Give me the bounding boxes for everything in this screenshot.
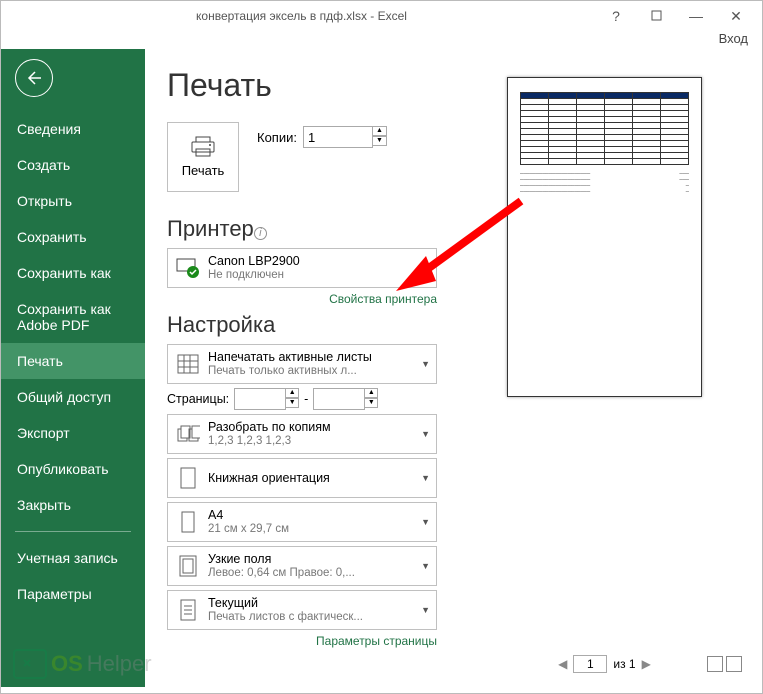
copies-label: Копии:	[257, 130, 297, 145]
margins-icon	[174, 552, 202, 580]
printer-icon	[190, 136, 216, 158]
page-navigator: ◀ из 1 ▶	[457, 655, 752, 673]
back-button[interactable]	[15, 59, 53, 97]
collate-dropdown[interactable]: Разобрать по копиям1,2,3 1,2,3 1,2,3 ▼	[167, 414, 437, 454]
page-setup-link[interactable]: Параметры страницы	[167, 634, 437, 648]
sidebar-item-info[interactable]: Сведения	[1, 111, 145, 147]
zoom-to-page-button[interactable]	[726, 656, 742, 672]
page-title: Печать	[167, 67, 437, 104]
sidebar-item-print[interactable]: Печать	[1, 343, 145, 379]
chevron-down-icon: ▼	[421, 263, 430, 273]
next-page-button[interactable]: ▶	[642, 657, 651, 671]
paper-dropdown[interactable]: A421 см x 29,7 см ▼	[167, 502, 437, 542]
show-margins-button[interactable]	[707, 656, 723, 672]
copies-input[interactable]	[303, 126, 373, 148]
page-of-label: из 1	[613, 657, 635, 671]
settings-heading: Настройка	[167, 312, 437, 338]
sidebar-item-save[interactable]: Сохранить	[1, 219, 145, 255]
close-button[interactable]: ✕	[716, 8, 756, 25]
print-button[interactable]: Печать	[167, 122, 239, 192]
login-link[interactable]: Вход	[1, 31, 762, 49]
pages-label: Страницы:	[167, 392, 229, 406]
chevron-down-icon: ▼	[421, 473, 430, 483]
sidebar-item-close[interactable]: Закрыть	[1, 487, 145, 523]
preview-table	[520, 92, 689, 165]
chevron-down-icon: ▼	[421, 517, 430, 527]
margins-dropdown[interactable]: Узкие поляЛевое: 0,64 см Правое: 0,... ▼	[167, 546, 437, 586]
printer-dropdown[interactable]: Canon LBP2900Не подключен ▼	[167, 248, 437, 288]
sidebar-item-account[interactable]: Учетная запись	[1, 540, 145, 576]
prev-page-button[interactable]: ◀	[558, 657, 567, 671]
preview-page: ───────────────────────── ──────────────…	[507, 77, 702, 397]
maximize-button[interactable]	[636, 8, 676, 24]
chevron-down-icon: ▼	[421, 359, 430, 369]
pages-from-input[interactable]	[234, 388, 286, 410]
scale-dropdown[interactable]: ТекущийПечать листов с фактическ... ▼	[167, 590, 437, 630]
print-button-label: Печать	[182, 163, 225, 178]
collate-icon	[174, 420, 202, 448]
scale-icon	[174, 596, 202, 624]
chevron-down-icon: ▼	[421, 561, 430, 571]
print-preview: ───────────────────────── ──────────────…	[437, 67, 752, 687]
sheets-icon	[174, 350, 202, 378]
copies-up[interactable]: ▲	[373, 126, 387, 136]
arrow-left-icon	[25, 69, 43, 87]
sidebar-item-saveas[interactable]: Сохранить как	[1, 255, 145, 291]
sidebar-item-share[interactable]: Общий доступ	[1, 379, 145, 415]
orientation-dropdown[interactable]: Книжная ориентация ▼	[167, 458, 437, 498]
help-button[interactable]: ?	[596, 8, 636, 24]
chevron-down-icon: ▼	[421, 605, 430, 615]
sidebar-item-adobepdf[interactable]: Сохранить как Adobe PDF	[1, 291, 145, 343]
printer-heading: Принтер	[167, 216, 254, 242]
sidebar-item-publish[interactable]: Опубликовать	[1, 451, 145, 487]
orientation-icon	[174, 464, 202, 492]
pages-to-input[interactable]	[313, 388, 365, 410]
sidebar-item-new[interactable]: Создать	[1, 147, 145, 183]
current-page-input[interactable]	[573, 655, 607, 673]
preview-summary: ───────────────────────── ──────────────…	[520, 171, 689, 195]
sidebar-item-export[interactable]: Экспорт	[1, 415, 145, 451]
title-bar: конвертация эксель в пдф.xlsx - Excel ? …	[1, 1, 762, 31]
copies-down[interactable]: ▼	[373, 136, 387, 146]
minimize-button[interactable]: —	[676, 8, 716, 24]
printer-status-icon	[174, 254, 202, 282]
sidebar-item-open[interactable]: Открыть	[1, 183, 145, 219]
chevron-down-icon: ▼	[421, 429, 430, 439]
printer-properties-link[interactable]: Свойства принтера	[167, 292, 437, 306]
window-title: конвертация эксель в пдф.xlsx - Excel	[196, 9, 407, 23]
watermark: OSHelper	[13, 649, 152, 679]
info-icon[interactable]: i	[254, 227, 267, 240]
printer-status: Не подключен	[208, 268, 418, 282]
print-sheets-dropdown[interactable]: Напечатать активные листыПечать только а…	[167, 344, 437, 384]
printer-name: Canon LBP2900	[208, 254, 418, 268]
sidebar: Сведения Создать Открыть Сохранить Сохра…	[1, 49, 145, 687]
paper-icon	[174, 508, 202, 536]
sidebar-item-options[interactable]: Параметры	[1, 576, 145, 612]
